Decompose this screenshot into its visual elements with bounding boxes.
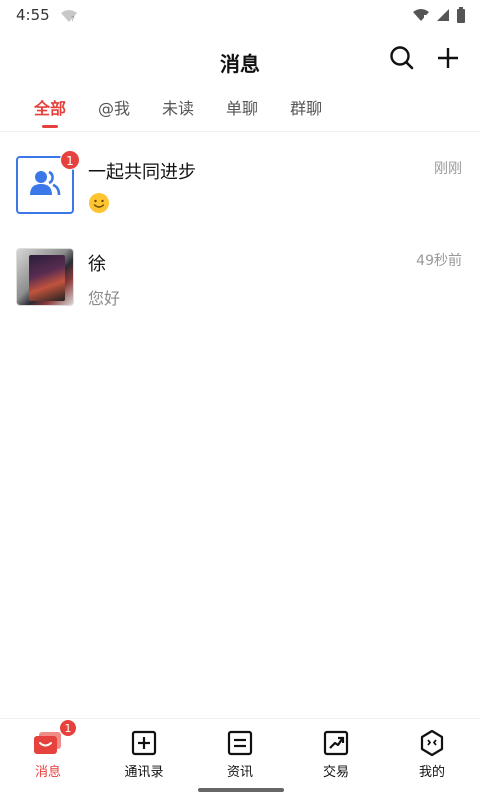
conversation-item[interactable]: 徐 您好 49秒前 <box>0 232 480 324</box>
nav-messages[interactable]: 1 消息 <box>0 719 96 800</box>
status-bar: 4:55 ? <box>0 0 480 30</box>
message-icon: 1 <box>33 719 77 757</box>
message-tabs: 全部 @我 未读 单聊 群聊 <box>0 90 480 132</box>
smile-emoji-icon <box>88 192 110 218</box>
tab-mentions[interactable]: @我 <box>98 90 130 130</box>
header-actions <box>388 46 462 74</box>
wifi-question-icon: ? <box>60 8 78 23</box>
conversation-preview <box>88 192 464 218</box>
nav-profile[interactable]: 我的 <box>384 719 480 800</box>
group-icon <box>28 169 62 201</box>
status-right <box>412 7 466 23</box>
news-icon <box>225 729 255 757</box>
nav-label: 我的 <box>418 765 445 780</box>
conversation-time: 刚刚 <box>434 161 462 177</box>
tab-unread[interactable]: 未读 <box>162 90 194 130</box>
unread-badge: 1 <box>60 150 80 170</box>
page-title: 消息 <box>220 51 260 76</box>
conversation-name: 一起共同进步 <box>88 162 196 183</box>
avatar-photo <box>29 255 65 301</box>
nav-label: 交易 <box>322 765 349 780</box>
trade-icon <box>321 729 351 757</box>
search-button[interactable] <box>388 46 416 74</box>
conversation-time: 49秒前 <box>416 253 462 269</box>
svg-text:?: ? <box>71 15 75 23</box>
avatar <box>16 248 74 306</box>
conversation-name: 徐 <box>88 254 106 275</box>
conversation-preview: 您好 <box>88 289 121 308</box>
tab-group-chat[interactable]: 群聊 <box>290 90 322 130</box>
conversation-body: 徐 您好 <box>88 248 464 308</box>
home-indicator[interactable] <box>198 788 284 792</box>
search-icon <box>389 45 415 75</box>
nav-badge: 1 <box>59 719 77 737</box>
signal-icon <box>436 8 450 22</box>
nav-label: 消息 <box>34 765 61 780</box>
conversation-item[interactable]: 1 一起共同进步 刚刚 <box>0 140 480 232</box>
nav-label: 资讯 <box>226 765 253 780</box>
tab-all[interactable]: 全部 <box>34 90 66 130</box>
profile-icon <box>417 729 447 757</box>
add-button[interactable] <box>434 46 462 74</box>
app-header: 消息 <box>0 40 480 84</box>
tab-single-chat[interactable]: 单聊 <box>226 90 258 130</box>
avatar: 1 <box>16 150 80 214</box>
conversation-body: 一起共同进步 <box>88 156 464 216</box>
battery-icon <box>456 7 466 23</box>
conversation-list: 1 一起共同进步 刚刚 徐 您好 49秒前 <box>0 140 480 324</box>
wifi-icon <box>412 8 430 22</box>
nav-label: 通讯录 <box>124 765 164 780</box>
nav-contacts[interactable]: 通讯录 <box>96 719 192 800</box>
status-time: 4:55 <box>16 6 50 24</box>
nav-trade[interactable]: 交易 <box>288 719 384 800</box>
contacts-icon <box>129 729 159 757</box>
plus-icon <box>436 46 460 74</box>
